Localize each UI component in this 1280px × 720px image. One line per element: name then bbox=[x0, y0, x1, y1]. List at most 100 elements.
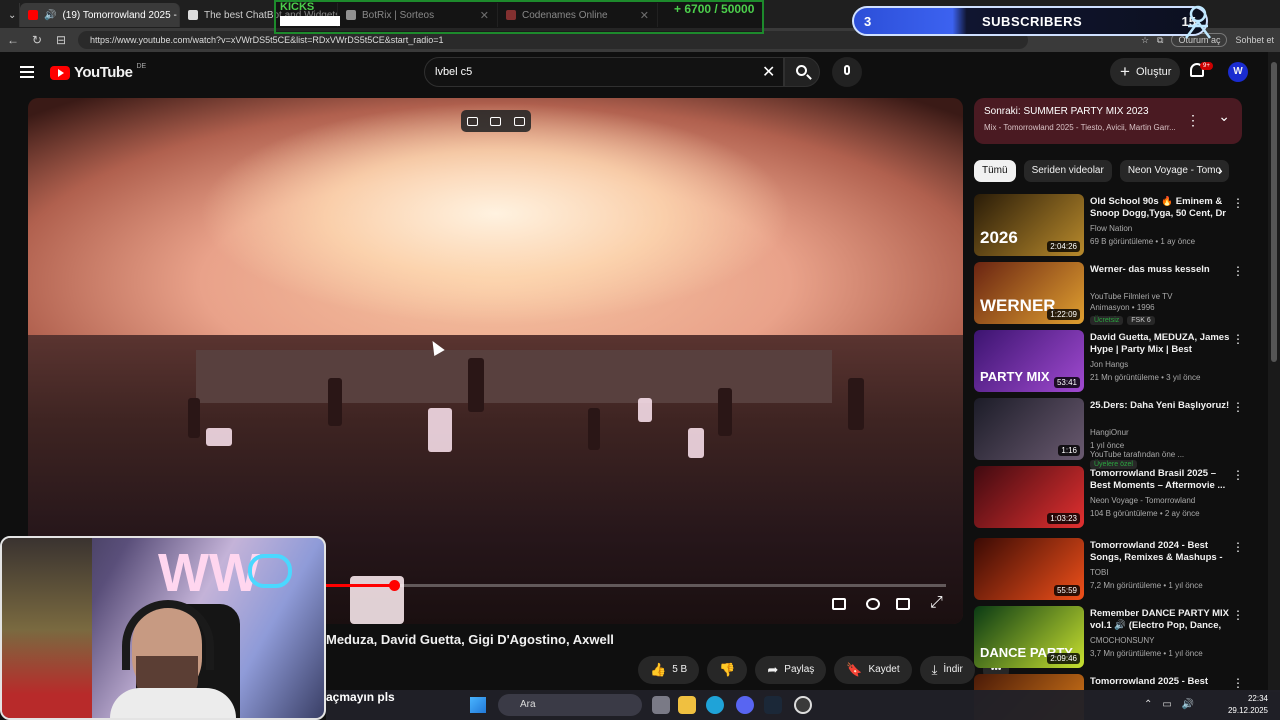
menu-icon[interactable] bbox=[20, 66, 34, 78]
more-vertical-icon[interactable]: ⋮ bbox=[1232, 400, 1244, 414]
fullscreen-icon[interactable]: ⤢ bbox=[930, 594, 943, 612]
taskbar-search[interactable]: Ara bbox=[498, 694, 642, 716]
plus-icon: + bbox=[1120, 62, 1130, 81]
site-info-icon[interactable]: ⊟ bbox=[54, 33, 68, 47]
save-button[interactable]: 🔖 Kaydet bbox=[834, 656, 912, 684]
obs-icon[interactable] bbox=[794, 696, 812, 714]
recommendation-title[interactable]: Tomorrowland 2024 - Best Songs, Remixes … bbox=[1090, 540, 1230, 564]
download-button[interactable]: ⤓ İndir bbox=[919, 656, 975, 684]
browser-tab-active[interactable]: 🔊 (19) Tomorrowland 2025 - Tie ✕ bbox=[20, 3, 180, 27]
recommendation-channel[interactable]: HangiOnur bbox=[1090, 428, 1129, 437]
recommendation-item[interactable]: WERNER 1:22:09 Werner- das muss kesseln You… bbox=[974, 262, 1250, 326]
steam-icon[interactable] bbox=[764, 696, 782, 714]
notes-icon[interactable] bbox=[513, 116, 525, 126]
volume-icon[interactable]: 🔊 bbox=[1182, 699, 1194, 710]
discord-icon[interactable] bbox=[736, 696, 754, 714]
progress-bar[interactable] bbox=[326, 580, 946, 591]
recommendation-thumbnail[interactable]: 1:16 bbox=[974, 398, 1084, 460]
recommendation-channel[interactable]: Flow Nation bbox=[1090, 224, 1132, 233]
recommendation-item[interactable]: DANCE PARTY 2:09:46 Remember DANCE PARTY M… bbox=[974, 606, 1250, 670]
recommendation-channel[interactable]: Neon Voyage - Tomorrowland bbox=[1090, 496, 1195, 505]
network-icon[interactable]: ▭ bbox=[1162, 699, 1171, 710]
more-vertical-icon[interactable]: ⋮ bbox=[1232, 264, 1244, 278]
back-icon[interactable]: ← bbox=[6, 33, 20, 47]
recommendation-meta: 69 B görüntüleme • 1 ay önce bbox=[1090, 237, 1196, 246]
kick-progress-bar bbox=[280, 16, 340, 26]
subscribers-goal-overlay: 3 SUBSCRIBERS 15 bbox=[852, 6, 1208, 36]
chip-series[interactable]: Seriden videolar bbox=[1023, 160, 1112, 182]
recommendation-title[interactable]: Remember DANCE PARTY MIX vol.1 🔊 (Electr… bbox=[1090, 608, 1230, 632]
reload-icon[interactable]: ↻ bbox=[30, 33, 44, 47]
more-vertical-icon[interactable]: ⋮ bbox=[1232, 608, 1244, 622]
task-view-icon[interactable] bbox=[652, 696, 670, 714]
chip-all[interactable]: Tümü bbox=[974, 160, 1016, 182]
copilot-chat-button[interactable]: Sohbet et bbox=[1235, 35, 1274, 45]
clock[interactable]: 22:34 29.12.2025 bbox=[1228, 693, 1268, 717]
recommendation-channel[interactable]: Jon Hangs bbox=[1090, 360, 1128, 369]
scrollbar-thumb[interactable] bbox=[1271, 62, 1277, 362]
up-next-playlist[interactable]: Sonraki: SUMMER PARTY MIX 2023 Mix - Tom… bbox=[974, 98, 1242, 144]
recommendation-channel[interactable]: TOBI bbox=[1090, 568, 1109, 577]
video-duration: 1:03:23 bbox=[1047, 513, 1080, 524]
more-vertical-icon[interactable]: ⋮ bbox=[1232, 540, 1244, 554]
recommendation-thumbnail[interactable]: PARTY MIX 53:41 bbox=[974, 330, 1084, 392]
file-explorer-icon[interactable] bbox=[678, 696, 696, 714]
overflow-chevron-icon[interactable]: ⌃ bbox=[1144, 699, 1152, 710]
video-actions: 👍 5 B 👎 ➦ Paylaş 🔖 Kaydet ⤓ İndir ••• bbox=[638, 656, 1010, 684]
edge-browser-icon[interactable] bbox=[706, 696, 724, 714]
chevron-right-icon[interactable]: › bbox=[1218, 162, 1223, 178]
account-avatar[interactable]: W bbox=[1228, 62, 1248, 82]
recommendation-title[interactable]: Tomorrowland Brasil 2025 – Best Moments … bbox=[1090, 468, 1230, 492]
bookmark-star-icon[interactable]: ☆ bbox=[1141, 35, 1149, 46]
recommendation-channel[interactable]: YouTube Filmleri ve TV bbox=[1090, 292, 1172, 301]
recommendation-item[interactable]: 2026 2:04:26 Old School 90s 🔥 Eminem & Sno… bbox=[974, 194, 1250, 258]
youtube-logo[interactable]: YouTube DE bbox=[50, 63, 146, 81]
more-vertical-icon[interactable]: ⋮ bbox=[1232, 676, 1244, 690]
search-input[interactable]: lvbel c5 bbox=[424, 57, 784, 87]
youtube-play-icon bbox=[50, 65, 70, 80]
settings-gear-icon[interactable] bbox=[866, 598, 880, 610]
recommendation-title[interactable]: Old School 90s 🔥 Eminem & Snoop Dogg,Tyg… bbox=[1090, 196, 1230, 220]
chevron-down-icon[interactable]: ⌄ bbox=[1218, 108, 1230, 125]
more-vertical-icon[interactable]: ⋮ bbox=[1232, 332, 1244, 346]
pip-icon[interactable] bbox=[490, 116, 502, 126]
share-button[interactable]: ➦ Paylaş bbox=[755, 656, 827, 684]
recommendation-thumbnail[interactable]: 1:03:23 bbox=[974, 466, 1084, 528]
recommendation-thumbnail[interactable]: 2026 2:04:26 bbox=[974, 194, 1084, 256]
create-button[interactable]: + Oluştur bbox=[1110, 58, 1180, 86]
theater-mode-icon[interactable] bbox=[896, 598, 910, 610]
kick-goal-overlay: KICKS + 6700 / 50000 bbox=[274, 0, 764, 34]
windows-start-icon[interactable] bbox=[470, 697, 486, 713]
recommendation-item[interactable]: 1:16 25.Ders: Daha Yeni Başlıyoruz! HangiO… bbox=[974, 398, 1250, 469]
clear-search-icon[interactable]: ✕ bbox=[762, 62, 775, 82]
recommendation-thumbnail[interactable]: DANCE PARTY 2:09:46 bbox=[974, 606, 1084, 668]
dislike-button[interactable]: 👎 bbox=[707, 656, 748, 684]
like-button[interactable]: 👍 5 B bbox=[638, 656, 700, 684]
clock-time: 22:34 bbox=[1247, 694, 1268, 703]
voice-search-button[interactable] bbox=[832, 57, 862, 87]
recommendation-title[interactable]: 25.Ders: Daha Yeni Başlıyoruz! bbox=[1090, 400, 1230, 412]
chip-channel[interactable]: Neon Voyage - Tomo bbox=[1119, 160, 1230, 182]
recommendation-title[interactable]: Tomorrowland 2025 - Best bbox=[1090, 676, 1230, 688]
recommendation-thumbnail[interactable]: WERNER 1:22:09 bbox=[974, 262, 1084, 324]
more-vertical-icon[interactable]: ⋮ bbox=[1232, 196, 1244, 210]
speaker-icon: 🔊 bbox=[44, 9, 57, 21]
recommendation-item[interactable]: 1:03:23 Tomorrowland Brasil 2025 – Best M… bbox=[974, 466, 1250, 530]
tab-list-button[interactable]: ⌄ bbox=[0, 3, 20, 27]
subtitles-icon[interactable] bbox=[832, 598, 846, 610]
extensions-icon[interactable]: ⧉ bbox=[1157, 35, 1163, 46]
recommendation-item[interactable]: 55:59 Tomorrowland 2024 - Best Songs, Rem… bbox=[974, 538, 1250, 602]
recommendation-thumbnail[interactable]: 55:59 bbox=[974, 538, 1084, 600]
more-vertical-icon[interactable]: ⋮ bbox=[1232, 468, 1244, 482]
chatbot-favicon-icon bbox=[188, 10, 198, 20]
recommendation-title[interactable]: David Guetta, MEDUZA, James Hype | Party… bbox=[1090, 332, 1230, 356]
recommendation-title[interactable]: Werner- das muss kesseln bbox=[1090, 264, 1230, 276]
recommendation-item[interactable]: PARTY MIX 53:41 David Guetta, MEDUZA, Jame… bbox=[974, 330, 1250, 394]
recommendation-channel[interactable]: CMOCHONSUNY bbox=[1090, 636, 1154, 645]
page-scrollbar[interactable] bbox=[1268, 52, 1280, 692]
search-button[interactable] bbox=[784, 57, 820, 87]
miniplayer-icon[interactable] bbox=[467, 116, 479, 126]
more-vertical-icon[interactable]: ⋮ bbox=[1186, 112, 1200, 129]
thumbs-up-icon: 👍 bbox=[650, 662, 667, 677]
player-floating-toolbar bbox=[461, 110, 531, 132]
